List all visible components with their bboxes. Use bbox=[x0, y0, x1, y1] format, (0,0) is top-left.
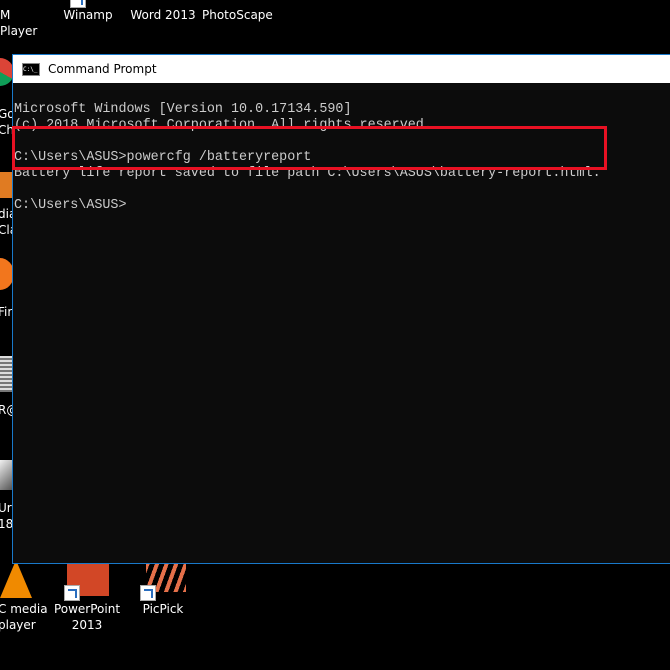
title-bar[interactable]: C:\_ Command Prompt bbox=[13, 55, 670, 83]
desktop-icon-picpick-label[interactable]: PicPick bbox=[130, 601, 196, 617]
app-icon[interactable] bbox=[0, 460, 12, 490]
desktop-icon-powerpoint-label[interactable]: PowerPoint 2013 bbox=[52, 601, 122, 633]
console-prompt-line[interactable]: C:\Users\ASUS> bbox=[14, 198, 670, 214]
desktop-icon-winamp[interactable]: Winamp bbox=[58, 7, 118, 23]
desktop-icon-photoscape[interactable]: PhotoScape bbox=[202, 7, 273, 23]
desktop-icon-word-2013[interactable]: Word 2013 bbox=[128, 7, 198, 23]
console-line: Microsoft Windows [Version 10.0.17134.59… bbox=[14, 102, 352, 117]
shortcut-arrow-icon bbox=[140, 585, 156, 601]
window-title: Command Prompt bbox=[48, 62, 157, 76]
highlight-box bbox=[12, 126, 607, 170]
desktop-icon-vlc-label[interactable]: C media player bbox=[0, 601, 48, 633]
desktop-icon-media-player[interactable]: M Player bbox=[0, 7, 45, 39]
shortcut-arrow-icon bbox=[64, 585, 80, 601]
media-player-classic-icon[interactable] bbox=[0, 172, 12, 198]
document-icon[interactable] bbox=[0, 356, 12, 392]
vlc-icon[interactable] bbox=[0, 560, 32, 598]
command-prompt-window[interactable]: C:\_ Command Prompt Microsoft Windows [V… bbox=[12, 54, 670, 564]
console-output[interactable]: Microsoft Windows [Version 10.0.17134.59… bbox=[12, 83, 670, 262]
cmd-icon: C:\_ bbox=[22, 62, 40, 76]
